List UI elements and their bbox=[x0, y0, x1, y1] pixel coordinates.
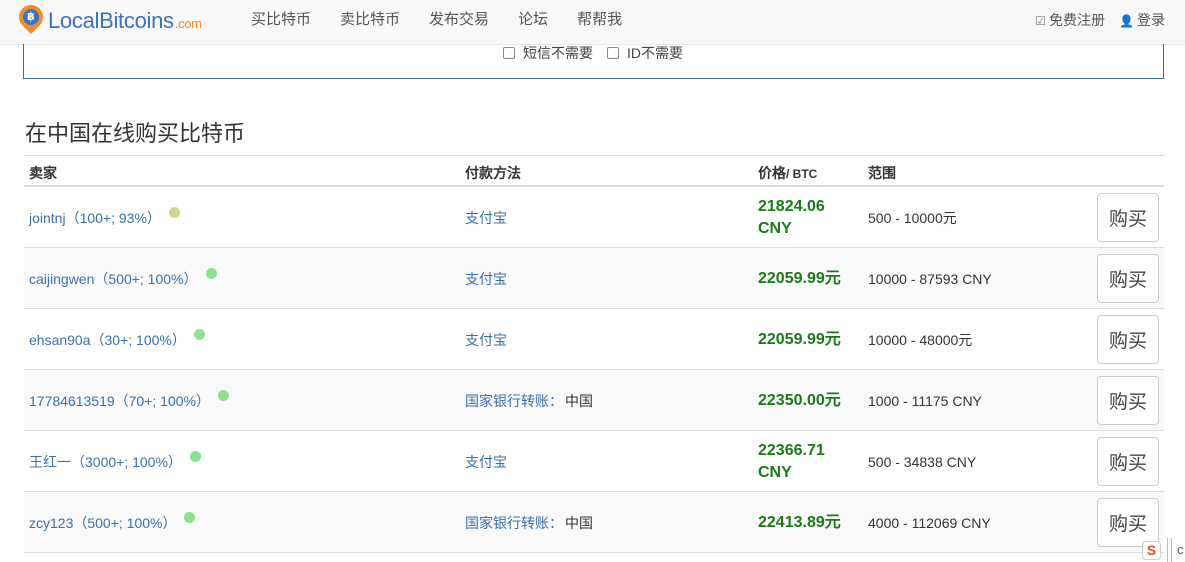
price-cell: 22366.71 CNY bbox=[758, 441, 825, 481]
buy-button[interactable]: 购买 bbox=[1097, 193, 1159, 242]
id-not-required-filter[interactable]: ID不需要 bbox=[607, 43, 683, 63]
online-status-dot-icon bbox=[205, 268, 217, 279]
login-link[interactable]: 👤 登录 bbox=[1105, 0, 1165, 45]
online-status-dot-icon bbox=[184, 512, 196, 523]
payment-country: 中国 bbox=[565, 514, 593, 531]
seller-link[interactable]: 王红一（3000+; 100%） bbox=[29, 452, 182, 472]
buy-button[interactable]: 购买 bbox=[1097, 437, 1159, 486]
sms-not-required-checkbox[interactable] bbox=[503, 47, 515, 59]
header-range: 范围 bbox=[868, 165, 896, 181]
payment-method-link[interactable]: 支付宝 bbox=[465, 208, 507, 228]
seller-cell: zcy123（500+; 100%） bbox=[29, 492, 196, 553]
payment-cell: 支付宝 bbox=[465, 431, 509, 492]
payment-cell: 支付宝 bbox=[465, 187, 509, 248]
offers-table: 卖家 付款方法 价格/ BTC 范围 jointnj（100+; 93%） 支付… bbox=[24, 155, 1164, 553]
top-navbar: ฿ LocalBitcoins.com 买比特币 卖比特币 发布交易 论坛 帮帮… bbox=[0, 0, 1185, 45]
ime-toolbar: S c bbox=[1134, 536, 1185, 562]
seller-link[interactable]: zcy123（500+; 100%） bbox=[29, 513, 176, 533]
table-body: jointnj（100+; 93%） 支付宝 21824.06 CNY 500 … bbox=[24, 187, 1164, 553]
nav-post-trade[interactable]: 发布交易 bbox=[418, 0, 500, 45]
range-cell: 500 - 10000元 bbox=[868, 209, 957, 226]
range-cell: 10000 - 87593 CNY bbox=[868, 270, 992, 287]
sms-not-required-filter[interactable]: 短信不需要 bbox=[503, 43, 593, 63]
header-payment: 付款方法 bbox=[465, 165, 521, 181]
search-filter-panel: 短信不需要 ID不需要 bbox=[23, 44, 1164, 79]
seller-cell: 17784613519（70+; 100%） bbox=[29, 370, 229, 431]
price-cell: 22413.89元 bbox=[758, 513, 841, 531]
table-row: 17784613519（70+; 100%） 国家银行转账： 中国 22350.… bbox=[24, 370, 1164, 431]
nav-help[interactable]: 帮帮我 bbox=[566, 0, 633, 45]
payment-country: 中国 bbox=[565, 392, 593, 409]
table-row: ehsan90a（30+; 100%） 支付宝 22059.99元 10000 … bbox=[24, 309, 1164, 370]
user-icon: 👤 bbox=[1119, 14, 1134, 28]
seller-cell: 王红一（3000+; 100%） bbox=[29, 431, 201, 492]
online-status-dot-icon bbox=[217, 390, 229, 401]
brand-logo[interactable]: ฿ LocalBitcoins.com bbox=[14, 0, 202, 37]
checkbox-icon: ☑ bbox=[1035, 14, 1047, 28]
id-not-required-label: ID不需要 bbox=[627, 45, 683, 61]
online-status-dot-icon bbox=[189, 451, 201, 462]
account-nav: ☑ 免费注册 👤 登录 bbox=[1021, 0, 1165, 45]
price-cell: 21824.06 CNY bbox=[758, 197, 825, 237]
sms-not-required-label: 短信不需要 bbox=[523, 45, 593, 61]
seller-cell: jointnj（100+; 93%） bbox=[29, 187, 180, 248]
header-seller: 卖家 bbox=[29, 165, 57, 181]
table-row: 王红一（3000+; 100%） 支付宝 22366.71 CNY 500 - … bbox=[24, 431, 1164, 492]
nav-sell-bitcoin[interactable]: 卖比特币 bbox=[329, 0, 411, 45]
brand-suffix: .com bbox=[174, 16, 202, 31]
payment-method-link[interactable]: 支付宝 bbox=[465, 330, 507, 350]
login-label: 登录 bbox=[1137, 12, 1165, 28]
nav-forum[interactable]: 论坛 bbox=[507, 0, 559, 45]
ime-toolbar-text: c bbox=[1177, 542, 1184, 557]
input-method-icon[interactable]: S bbox=[1142, 541, 1161, 560]
seller-link[interactable]: caijingwen（500+; 100%） bbox=[29, 269, 198, 289]
table-header: 卖家 付款方法 价格/ BTC 范围 bbox=[24, 155, 1164, 187]
seller-link[interactable]: ehsan90a（30+; 100%） bbox=[29, 330, 186, 350]
payment-cell: 支付宝 bbox=[465, 309, 509, 370]
seller-cell: ehsan90a（30+; 100%） bbox=[29, 309, 205, 370]
seller-link[interactable]: 17784613519（70+; 100%） bbox=[29, 391, 210, 411]
range-cell: 4000 - 112069 CNY bbox=[868, 514, 991, 531]
buy-button[interactable]: 购买 bbox=[1097, 254, 1159, 303]
id-not-required-checkbox[interactable] bbox=[607, 47, 619, 59]
table-row: zcy123（500+; 100%） 国家银行转账： 中国 22413.89元 … bbox=[24, 492, 1164, 553]
price-cell: 22350.00元 bbox=[758, 391, 841, 409]
payment-method-link[interactable]: 国家银行转账： bbox=[465, 513, 563, 533]
table-row: caijingwen（500+; 100%） 支付宝 22059.99元 100… bbox=[24, 248, 1164, 309]
range-cell: 500 - 34838 CNY bbox=[868, 453, 977, 470]
price-cell: 22059.99元 bbox=[758, 330, 841, 348]
buy-button[interactable]: 购买 bbox=[1097, 315, 1159, 364]
payment-method-link[interactable]: 支付宝 bbox=[465, 269, 507, 289]
page-title: 在中国在线购买比特币 bbox=[25, 121, 246, 146]
map-pin-bitcoin-icon: ฿ bbox=[14, 0, 48, 37]
price-cell: 22059.99元 bbox=[758, 269, 841, 287]
header-price: 价格/ BTC bbox=[758, 165, 818, 181]
online-status-dot-icon bbox=[193, 329, 205, 340]
payment-method-link[interactable]: 支付宝 bbox=[465, 452, 507, 472]
main-nav: 买比特币 卖比特币 发布交易 论坛 帮帮我 bbox=[240, 0, 640, 45]
nav-buy-bitcoin[interactable]: 买比特币 bbox=[240, 0, 322, 45]
buy-button[interactable]: 购买 bbox=[1097, 376, 1159, 425]
register-link[interactable]: ☑ 免费注册 bbox=[1021, 0, 1105, 45]
range-cell: 10000 - 48000元 bbox=[868, 331, 973, 348]
range-cell: 1000 - 11175 CNY bbox=[868, 392, 982, 409]
register-label: 免费注册 bbox=[1049, 12, 1106, 28]
online-status-dot-icon bbox=[168, 207, 180, 218]
seller-link[interactable]: jointnj（100+; 93%） bbox=[29, 208, 161, 228]
payment-cell: 支付宝 bbox=[465, 248, 509, 309]
table-row: jointnj（100+; 93%） 支付宝 21824.06 CNY 500 … bbox=[24, 187, 1164, 248]
payment-method-link[interactable]: 国家银行转账： bbox=[465, 391, 563, 411]
payment-cell: 国家银行转账： 中国 bbox=[465, 370, 593, 431]
seller-cell: caijingwen（500+; 100%） bbox=[29, 248, 217, 309]
payment-cell: 国家银行转账： 中国 bbox=[465, 492, 593, 553]
brand-name: LocalBitcoins bbox=[48, 8, 174, 33]
